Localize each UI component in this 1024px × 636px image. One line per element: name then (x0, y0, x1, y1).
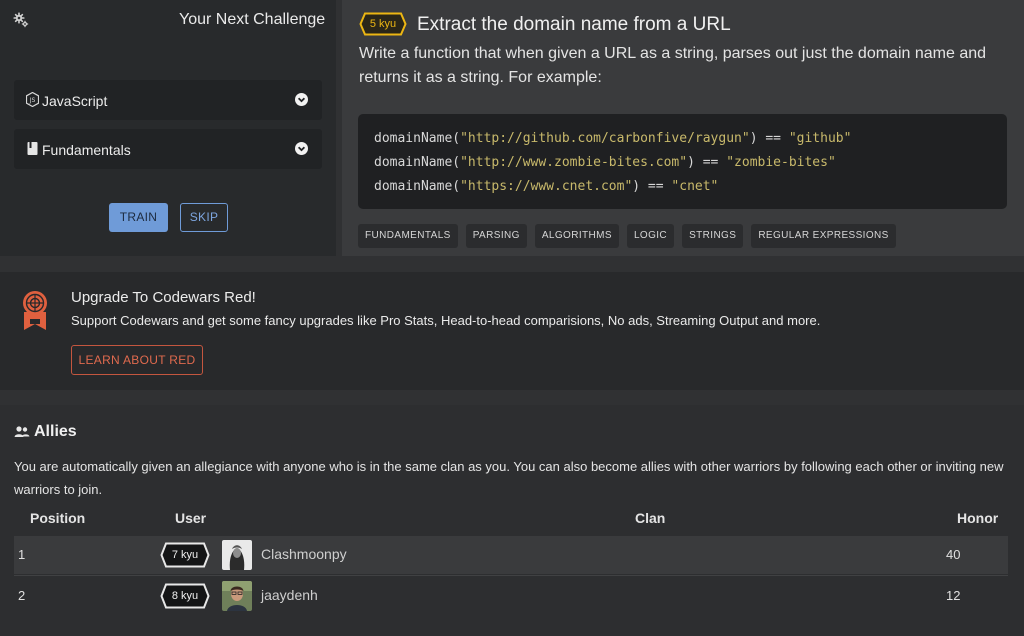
honor-cell: 12 (946, 588, 961, 603)
kata-tags: FUNDAMENTALS PARSING ALGORITHMS LOGIC ST… (358, 224, 896, 248)
javascript-icon: JS (25, 91, 40, 108)
codewars-red-logo-icon (22, 290, 48, 332)
tag-logic[interactable]: LOGIC (626, 224, 675, 248)
avatar[interactable] (222, 581, 252, 611)
code-example: domainName("http://github.com/carbonfive… (358, 114, 1007, 209)
focus-dropdown[interactable]: Fundamentals (14, 129, 322, 169)
user-name-link[interactable]: Clashmoonpy (261, 546, 347, 562)
kata-rank-label: 5 kyu (369, 18, 397, 30)
challenge-title: Your Next Challenge (179, 11, 326, 28)
position-cell: 2 (18, 588, 26, 603)
focus-label: Fundamentals (42, 142, 131, 158)
tag-fundamentals[interactable]: FUNDAMENTALS (358, 224, 458, 248)
allies-description: You are automatically given an allegianc… (14, 459, 1004, 497)
chevron-down-icon (295, 93, 308, 106)
table-row: 2 8 kyu jaaydenh 12 (14, 577, 1008, 615)
upgrade-title: Upgrade To Codewars Red! (71, 289, 256, 306)
code-line: domainName("https://www.cnet.com") == "c… (374, 179, 719, 194)
column-header-user[interactable]: User (175, 510, 206, 526)
column-header-position[interactable]: Position (30, 510, 85, 526)
position-cell: 1 (18, 547, 26, 562)
user-name-link[interactable]: jaaydenh (261, 587, 318, 603)
skip-button[interactable]: SKIP (180, 203, 228, 232)
upgrade-description: Support Codewars and get some fancy upgr… (71, 313, 821, 328)
kata-rank-badge: 5 kyu (359, 12, 407, 36)
user-rank-badge: 8 kyu (160, 583, 210, 609)
next-challenge-panel (0, 0, 336, 256)
user-rank-badge: 7 kyu (160, 542, 210, 568)
kata-title[interactable]: Extract the domain name from a URL (417, 14, 731, 36)
user-rank-label: 7 kyu (171, 549, 199, 561)
code-line: domainName("http://github.com/carbonfive… (374, 131, 852, 146)
code-line: domainName("http://www.zombie-bites.com"… (374, 155, 836, 170)
user-rank-label: 8 kyu (171, 590, 199, 602)
book-icon (26, 141, 39, 156)
gear-icon[interactable] (13, 12, 29, 28)
learn-about-red-button[interactable]: LEARN ABOUT RED (71, 345, 203, 375)
honor-cell: 40 (946, 547, 961, 562)
kata-description: Write a function that when given a URL a… (359, 45, 987, 86)
column-header-clan[interactable]: Clan (635, 510, 665, 526)
tag-algorithms[interactable]: ALGORITHMS (534, 224, 619, 248)
chevron-down-icon (295, 142, 308, 155)
allies-title: Allies (34, 423, 77, 440)
column-header-honor[interactable]: Honor (957, 510, 998, 526)
train-button[interactable]: TRAIN (109, 203, 168, 232)
row-divider (14, 575, 1008, 576)
language-label: JavaScript (42, 93, 108, 109)
tag-parsing[interactable]: PARSING (465, 224, 527, 248)
table-row: 1 7 kyu Clashmoonpy 40 (14, 536, 1008, 574)
tag-strings[interactable]: STRINGS (682, 224, 744, 248)
tag-regular-expressions[interactable]: REGULAR EXPRESSIONS (751, 224, 896, 248)
users-icon (14, 425, 30, 439)
avatar[interactable] (222, 540, 252, 570)
svg-text:JS: JS (29, 97, 36, 104)
language-dropdown[interactable]: JS JavaScript (14, 80, 322, 120)
